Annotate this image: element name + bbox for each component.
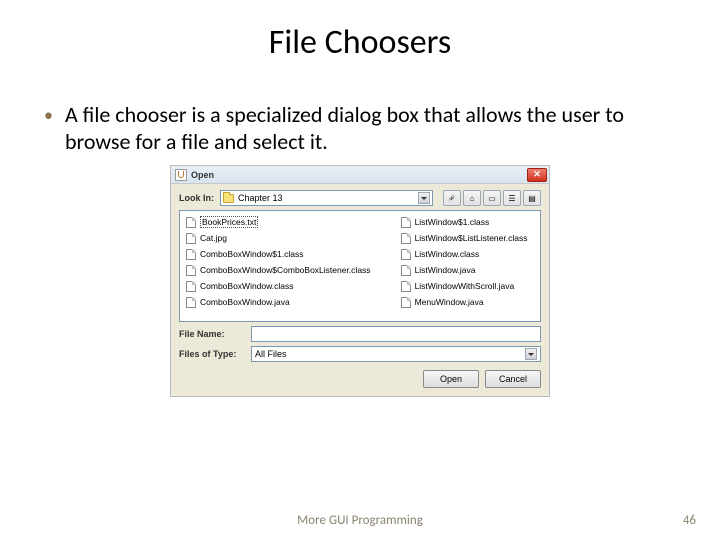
file-label: ComboBoxWindow.class (200, 281, 294, 291)
slide-title: File Choosers (0, 0, 720, 63)
filetype-row: Files of Type: All Files (171, 346, 549, 366)
file-item[interactable]: ComboBoxWindow$ComboBoxListener.class (186, 263, 371, 277)
dialog-toolbar: Look In: Chapter 13 ⮵ ⌂ ▭ ☰ ▤ (171, 184, 549, 210)
file-icon (186, 297, 196, 308)
dialog-titlebar: Open ✕ (171, 166, 549, 184)
file-label: ComboBoxWindow.java (200, 297, 290, 307)
file-item[interactable]: ComboBoxWindow.class (186, 279, 371, 293)
toolbar-buttons: ⮵ ⌂ ▭ ☰ ▤ (443, 190, 541, 206)
file-label: ComboBoxWindow$1.class (200, 249, 303, 259)
bullet-item: • A file chooser is a specialized dialog… (0, 63, 720, 155)
filename-row: File Name: (171, 322, 549, 346)
cancel-button[interactable]: Cancel (485, 370, 541, 388)
close-button[interactable]: ✕ (527, 168, 547, 182)
file-column-right: ListWindow$1.class ListWindow$ListListen… (401, 215, 528, 317)
new-folder-button[interactable]: ▭ (483, 190, 501, 206)
dialog-actions: Open Cancel (171, 366, 549, 396)
file-icon (401, 281, 411, 292)
details-icon: ▤ (528, 194, 536, 203)
file-item[interactable]: ListWindow.class (401, 247, 528, 261)
file-item[interactable]: ListWindowWithScroll.java (401, 279, 528, 293)
file-icon (401, 249, 411, 260)
file-chooser-dialog: Open ✕ Look In: Chapter 13 ⮵ ⌂ ▭ ☰ ▤ Boo… (170, 165, 550, 397)
lookin-select[interactable]: Chapter 13 (220, 190, 433, 206)
filename-input[interactable] (251, 326, 541, 342)
details-view-button[interactable]: ▤ (523, 190, 541, 206)
file-item[interactable]: ComboBoxWindow.java (186, 295, 371, 309)
file-icon (401, 233, 411, 244)
file-icon (186, 217, 196, 228)
file-item[interactable]: ListWindow$1.class (401, 215, 528, 229)
file-icon (401, 297, 411, 308)
file-label: ComboBoxWindow$ComboBoxListener.class (200, 265, 371, 275)
file-label: ListWindowWithScroll.java (415, 281, 515, 291)
file-item[interactable]: ListWindow$ListListener.class (401, 231, 528, 245)
file-icon (186, 281, 196, 292)
file-icon (186, 233, 196, 244)
file-icon (186, 249, 196, 260)
filetype-value: All Files (255, 349, 287, 359)
open-button[interactable]: Open (423, 370, 479, 388)
file-label: Cat.jpg (200, 233, 227, 243)
file-label: ListWindow.class (415, 249, 480, 259)
file-label: BookPrices.txt (200, 216, 258, 228)
up-icon: ⮵ (449, 193, 455, 203)
chevron-down-icon[interactable] (418, 192, 430, 204)
dialog-title: Open (191, 170, 527, 180)
file-icon (186, 265, 196, 276)
file-item[interactable]: ListWindow.java (401, 263, 528, 277)
file-icon (401, 265, 411, 276)
page-number: 46 (683, 513, 696, 528)
slide-footer: More GUI Programming (0, 513, 720, 528)
home-icon: ⌂ (470, 194, 475, 203)
file-item[interactable]: BookPrices.txt (186, 215, 371, 229)
folder-icon (223, 194, 234, 203)
file-label: MenuWindow.java (415, 297, 484, 307)
bullet-marker: • (44, 101, 53, 129)
file-item[interactable]: ComboBoxWindow$1.class (186, 247, 371, 261)
up-folder-button[interactable]: ⮵ (443, 190, 461, 206)
list-icon: ☰ (508, 194, 515, 203)
filetype-select[interactable]: All Files (251, 346, 541, 362)
list-view-button[interactable]: ☰ (503, 190, 521, 206)
file-item[interactable]: Cat.jpg (186, 231, 371, 245)
filename-label: File Name: (179, 329, 245, 339)
lookin-value: Chapter 13 (238, 193, 418, 203)
file-column-left: BookPrices.txt Cat.jpg ComboBoxWindow$1.… (186, 215, 371, 317)
file-list-pane: BookPrices.txt Cat.jpg ComboBoxWindow$1.… (179, 210, 541, 322)
file-label: ListWindow$1.class (415, 217, 490, 227)
bullet-text: A file chooser is a specialized dialog b… (65, 101, 676, 155)
chevron-down-icon[interactable] (525, 348, 537, 360)
filetype-label: Files of Type: (179, 349, 245, 359)
lookin-label: Look In: (179, 193, 214, 203)
java-icon (175, 169, 187, 181)
file-label: ListWindow.java (415, 265, 476, 275)
file-label: ListWindow$ListListener.class (415, 233, 528, 243)
file-item[interactable]: MenuWindow.java (401, 295, 528, 309)
new-folder-icon: ▭ (488, 194, 496, 203)
home-button[interactable]: ⌂ (463, 190, 481, 206)
file-icon (401, 217, 411, 228)
